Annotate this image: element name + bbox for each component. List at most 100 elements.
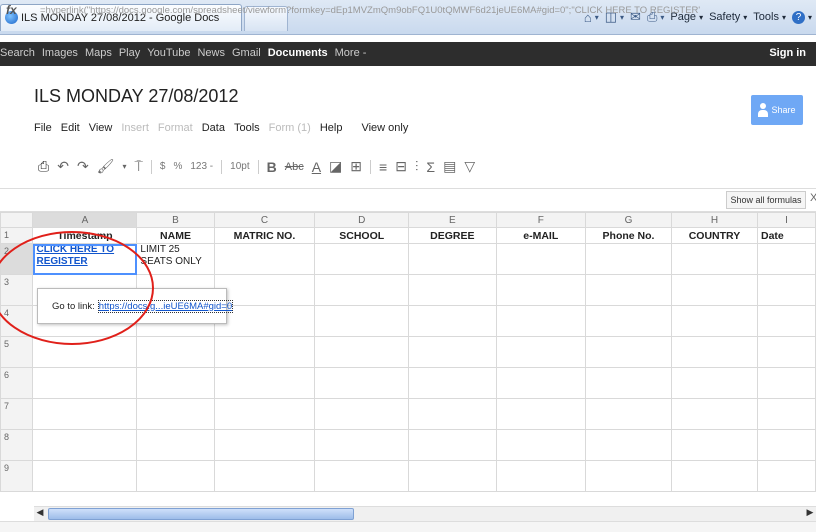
table-cell[interactable] — [408, 429, 497, 461]
fill-color-icon[interactable]: ◪ — [329, 158, 342, 175]
table-cell[interactable] — [585, 398, 672, 430]
column-header-i[interactable]: I — [756, 212, 816, 228]
table-cell[interactable] — [32, 460, 138, 492]
menu-tools[interactable]: Tools — [234, 122, 260, 134]
table-cell[interactable] — [213, 243, 316, 275]
menu-help[interactable]: Help — [320, 122, 343, 134]
table-cell[interactable] — [408, 336, 497, 368]
borders-icon[interactable]: ⊞ — [350, 158, 362, 175]
table-cell[interactable] — [314, 336, 410, 368]
table-cell[interactable] — [213, 367, 316, 399]
menu-data[interactable]: Data — [202, 122, 225, 134]
table-cell[interactable] — [756, 274, 816, 306]
table-cell[interactable] — [585, 305, 672, 337]
scroll-left-icon[interactable]: ◀ — [34, 507, 46, 519]
show-all-formulas-button[interactable]: Show all formulas — [726, 191, 806, 209]
table-cell[interactable] — [314, 243, 410, 275]
merge-cells-icon[interactable]: ⊟ — [395, 158, 407, 175]
table-cell[interactable] — [213, 429, 316, 461]
strikethrough-icon[interactable]: Abc — [285, 161, 304, 173]
table-cell[interactable] — [136, 367, 215, 399]
column-header-d[interactable]: D — [314, 212, 410, 228]
column-header-f[interactable]: F — [495, 212, 586, 228]
cell-header-degree[interactable]: DEGREE — [408, 227, 497, 244]
table-cell[interactable] — [495, 336, 586, 368]
table-cell[interactable] — [671, 305, 758, 337]
table-cell[interactable] — [408, 305, 497, 337]
table-cell[interactable] — [213, 460, 316, 492]
percent-format-button[interactable]: % — [173, 161, 182, 172]
table-cell[interactable] — [314, 398, 410, 430]
cell-header-phone[interactable]: Phone No. — [585, 227, 672, 244]
table-cell[interactable] — [136, 460, 215, 492]
gbar-link-search[interactable]: Search — [0, 47, 35, 59]
gbar-link-maps[interactable]: Maps — [85, 47, 112, 59]
table-cell[interactable] — [671, 398, 758, 430]
table-cell[interactable] — [756, 367, 816, 399]
table-cell[interactable] — [585, 336, 672, 368]
table-cell[interactable] — [671, 274, 758, 306]
table-cell[interactable] — [495, 429, 586, 461]
table-cell[interactable] — [495, 460, 586, 492]
wrap-text-icon[interactable]: ⫶ — [415, 158, 419, 175]
table-cell[interactable] — [495, 305, 586, 337]
column-header-e[interactable]: E — [408, 212, 497, 228]
table-cell[interactable] — [756, 336, 816, 368]
tools-menu[interactable]: Tools ▾ — [753, 11, 786, 23]
menu-file[interactable]: File — [34, 122, 52, 134]
table-cell[interactable] — [314, 429, 410, 461]
sum-icon[interactable]: Σ — [426, 159, 435, 175]
paint-format-icon[interactable]: 🖌︎ — [97, 158, 115, 175]
row-header[interactable]: 6 — [0, 367, 34, 399]
corner-cell[interactable] — [0, 212, 34, 228]
table-cell[interactable] — [756, 305, 816, 337]
gbar-link-news[interactable]: News — [197, 47, 225, 59]
table-cell[interactable] — [408, 367, 497, 399]
table-cell[interactable] — [585, 243, 672, 275]
table-cell[interactable] — [671, 429, 758, 461]
table-cell[interactable] — [136, 398, 215, 430]
table-cell[interactable] — [408, 243, 497, 275]
column-header-h[interactable]: H — [671, 212, 758, 228]
close-icon[interactable]: X — [810, 192, 816, 204]
chart-icon[interactable]: ▤ — [443, 158, 456, 175]
table-cell[interactable] — [32, 398, 138, 430]
table-cell[interactable] — [585, 429, 672, 461]
table-cell[interactable] — [213, 398, 316, 430]
currency-format-button[interactable]: $ — [160, 161, 166, 172]
scrollbar-thumb[interactable] — [48, 508, 354, 520]
column-header-g[interactable]: G — [585, 212, 672, 228]
table-cell[interactable] — [314, 305, 410, 337]
table-cell[interactable] — [756, 398, 816, 430]
row-header[interactable]: 8 — [0, 429, 34, 461]
cell-header-matric[interactable]: MATRIC NO. — [213, 227, 316, 244]
table-cell[interactable] — [756, 460, 816, 492]
table-cell[interactable] — [671, 460, 758, 492]
print-icon[interactable]: ⎙ — [38, 158, 49, 175]
gbar-link-play[interactable]: Play — [119, 47, 140, 59]
table-cell[interactable] — [585, 460, 672, 492]
gbar-link-documents[interactable]: Documents — [268, 47, 328, 59]
table-cell[interactable] — [136, 429, 215, 461]
undo-icon[interactable]: ↶ — [57, 158, 69, 175]
safety-menu[interactable]: Safety ▾ — [709, 11, 747, 23]
share-button[interactable]: Share — [751, 95, 803, 125]
row-header[interactable]: 7 — [0, 398, 34, 430]
scroll-right-icon[interactable]: ▶ — [804, 507, 816, 519]
font-size-menu[interactable]: 10pt — [230, 161, 249, 172]
text-color-icon[interactable]: A — [312, 159, 321, 175]
gbar-link-more[interactable]: More - — [335, 47, 367, 59]
filter-icon[interactable]: ▽ — [464, 158, 475, 175]
row-header[interactable]: 9 — [0, 460, 34, 492]
table-cell[interactable] — [495, 274, 586, 306]
table-cell[interactable] — [213, 336, 316, 368]
table-cell[interactable] — [408, 460, 497, 492]
cell-header-email[interactable]: e-MAIL — [495, 227, 586, 244]
cell-header-date[interactable]: Date — [756, 227, 816, 244]
table-cell[interactable] — [671, 336, 758, 368]
table-cell[interactable] — [756, 429, 816, 461]
cell-header-school[interactable]: SCHOOL — [314, 227, 410, 244]
column-header-c[interactable]: C — [213, 212, 316, 228]
redo-icon[interactable]: ↷ — [77, 158, 89, 175]
gbar-link-gmail[interactable]: Gmail — [232, 47, 261, 59]
